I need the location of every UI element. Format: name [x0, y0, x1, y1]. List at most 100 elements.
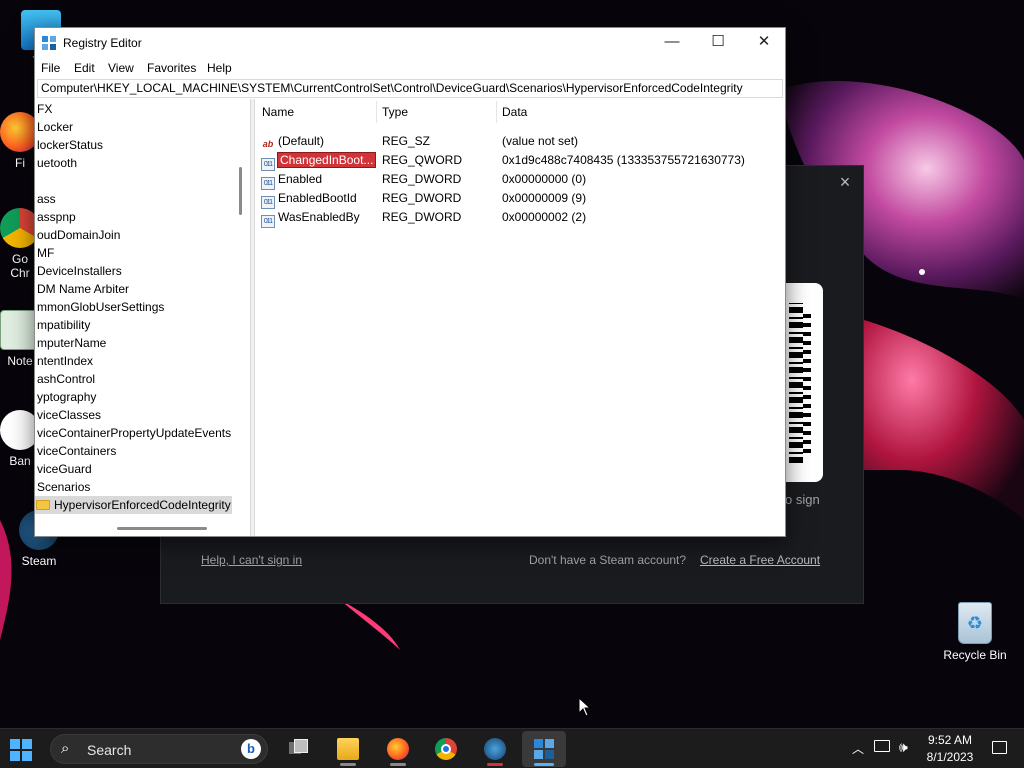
value-type: REG_DWORD: [382, 172, 462, 186]
tree-vertical-scrollbar[interactable]: [234, 99, 248, 521]
running-indicator: [534, 763, 554, 766]
value-data: 0x00000000 (0): [502, 172, 587, 186]
column-header-name[interactable]: Name: [262, 105, 294, 123]
clock-time: 9:52 AM: [927, 733, 973, 747]
binary-value-icon: 011: [261, 215, 275, 228]
steam-icon: [484, 738, 506, 760]
tree-item[interactable]: mpatibility: [37, 316, 90, 334]
menu-help[interactable]: Help: [207, 61, 232, 75]
tree-item[interactable]: Locker: [37, 118, 73, 136]
tree-item-scenarios[interactable]: Scenarios: [37, 478, 90, 496]
value-row[interactable]: 011 ChangedInBoot... REG_QWORD 0x1d9c488c…: [255, 151, 785, 171]
value-type: REG_DWORD: [382, 191, 462, 205]
title-bar[interactable]: Registry Editor — ☐ ✕: [35, 28, 785, 58]
tree-item[interactable]: mputerName: [37, 334, 106, 352]
taskbar-chrome[interactable]: [424, 731, 468, 767]
menu-view[interactable]: View: [108, 61, 134, 75]
menu-edit[interactable]: Edit: [74, 61, 95, 75]
value-name-cell: ab (Default): [261, 132, 324, 151]
windows-logo-icon: [22, 751, 32, 761]
bing-icon[interactable]: b: [241, 739, 261, 759]
tree-item[interactable]: mmonGlobUserSettings: [37, 298, 164, 316]
tree-item[interactable]: asspnp: [37, 208, 76, 226]
value-row[interactable]: ab (Default) REG_SZ (value not set): [255, 132, 785, 151]
notification-icon: [992, 741, 1007, 754]
steam-qr-caption: o sign: [785, 492, 820, 507]
value-row[interactable]: 011 EnabledBootId REG_DWORD 0x00000009 (9…: [255, 189, 785, 209]
value-data: (value not set): [502, 134, 579, 148]
taskbar-clock[interactable]: 9:52 AM 8/1/2023: [920, 732, 980, 766]
running-indicator: [487, 763, 503, 766]
scrollbar-thumb[interactable]: [117, 527, 207, 530]
tree-horizontal-scrollbar[interactable]: [35, 521, 248, 535]
running-indicator: [340, 763, 356, 766]
volume-icon: 🕪: [899, 739, 908, 755]
windows-logo-icon: [10, 751, 20, 761]
steam-help-link[interactable]: Help, I can't sign in: [201, 553, 302, 567]
steam-qr-code: [783, 283, 823, 482]
tree-item[interactable]: ashControl: [37, 370, 95, 388]
value-row[interactable]: 011 WasEnabledBy REG_DWORD 0x00000002 (2): [255, 208, 785, 228]
tree-item[interactable]: FX: [37, 100, 52, 118]
maximize-button[interactable]: ☐: [695, 28, 741, 58]
network-icon: [874, 740, 890, 752]
minimize-button[interactable]: —: [649, 28, 695, 58]
tree-item[interactable]: viceContainerPropertyUpdateEvents: [37, 424, 231, 442]
close-button[interactable]: ✕: [741, 28, 787, 58]
tree-item[interactable]: viceClasses: [37, 406, 101, 424]
mouse-cursor-icon: [578, 697, 592, 717]
tree-item[interactable]: ntentIndex: [37, 352, 93, 370]
start-button[interactable]: [10, 739, 32, 761]
registry-editor-window: Registry Editor — ☐ ✕ File Edit View Fav…: [34, 27, 786, 537]
value-name: WasEnabledBy: [278, 210, 360, 224]
scrollbar-thumb[interactable]: [239, 167, 242, 215]
tree-item[interactable]: viceContainers: [37, 442, 116, 460]
tree-item[interactable]: viceGuard: [37, 460, 92, 478]
taskbar-registry-editor[interactable]: [522, 731, 566, 767]
value-name-cell: 011 WasEnabledBy: [261, 208, 360, 228]
tree-item[interactable]: lockerStatus: [37, 136, 103, 154]
folder-icon: [36, 500, 50, 510]
menu-favorites[interactable]: Favorites: [147, 61, 196, 75]
menu-file[interactable]: File: [41, 61, 60, 75]
search-icon: ⌕: [61, 740, 70, 757]
taskbar-task-view[interactable]: [276, 731, 320, 767]
running-indicator: [390, 763, 406, 766]
tree-item[interactable]: MF: [37, 244, 54, 262]
value-name-cell: 011 EnabledBootId: [261, 189, 357, 209]
taskbar-steam[interactable]: [473, 731, 517, 767]
value-type: REG_QWORD: [382, 153, 463, 167]
string-value-icon: ab: [262, 139, 274, 149]
tree-item[interactable]: uetooth: [37, 154, 77, 172]
value-name: EnabledBootId: [278, 191, 357, 205]
column-header-data[interactable]: Data: [502, 105, 527, 123]
chrome-icon: [435, 738, 457, 760]
address-bar[interactable]: Computer\HKEY_LOCAL_MACHINE\SYSTEM\Curre…: [37, 79, 783, 98]
tree-item[interactable]: DeviceInstallers: [37, 262, 122, 280]
windows-logo-icon: [10, 739, 20, 749]
taskbar-file-explorer[interactable]: [326, 731, 370, 767]
value-name-cell: 011 Enabled: [261, 170, 322, 190]
value-name: (Default): [278, 134, 325, 148]
column-header-type[interactable]: Type: [382, 105, 408, 123]
tree-item[interactable]: oudDomainJoin: [37, 226, 120, 244]
steam-close-icon[interactable]: ×: [835, 172, 855, 192]
value-name-edit-field[interactable]: ChangedInBoot...: [276, 152, 377, 168]
firefox-icon: [387, 738, 409, 760]
value-row[interactable]: 011 Enabled REG_DWORD 0x00000000 (0): [255, 170, 785, 190]
tree-item-selected[interactable]: HypervisorEnforcedCodeIntegrity: [35, 496, 232, 514]
tree-item[interactable]: yptography: [37, 388, 96, 406]
value-name: Enabled: [278, 172, 323, 186]
column-divider[interactable]: [496, 101, 497, 123]
value-type: REG_DWORD: [382, 210, 462, 224]
column-divider[interactable]: [376, 101, 377, 123]
desktop-icon-recycle-bin[interactable]: Recycle Bin: [940, 602, 1010, 662]
taskbar-firefox[interactable]: [376, 731, 420, 767]
desktop-icon-label: Recycle Bin: [943, 648, 1007, 662]
steam-create-account-link[interactable]: Create a Free Account: [700, 553, 820, 567]
tree-item[interactable]: ass: [37, 190, 56, 208]
taskbar-search[interactable]: ⌕ Search b: [50, 734, 268, 764]
registry-editor-icon: [533, 738, 555, 760]
steam-no-account-text: Don't have a Steam account?: [529, 553, 687, 567]
tree-item[interactable]: DM Name Arbiter: [37, 280, 129, 298]
